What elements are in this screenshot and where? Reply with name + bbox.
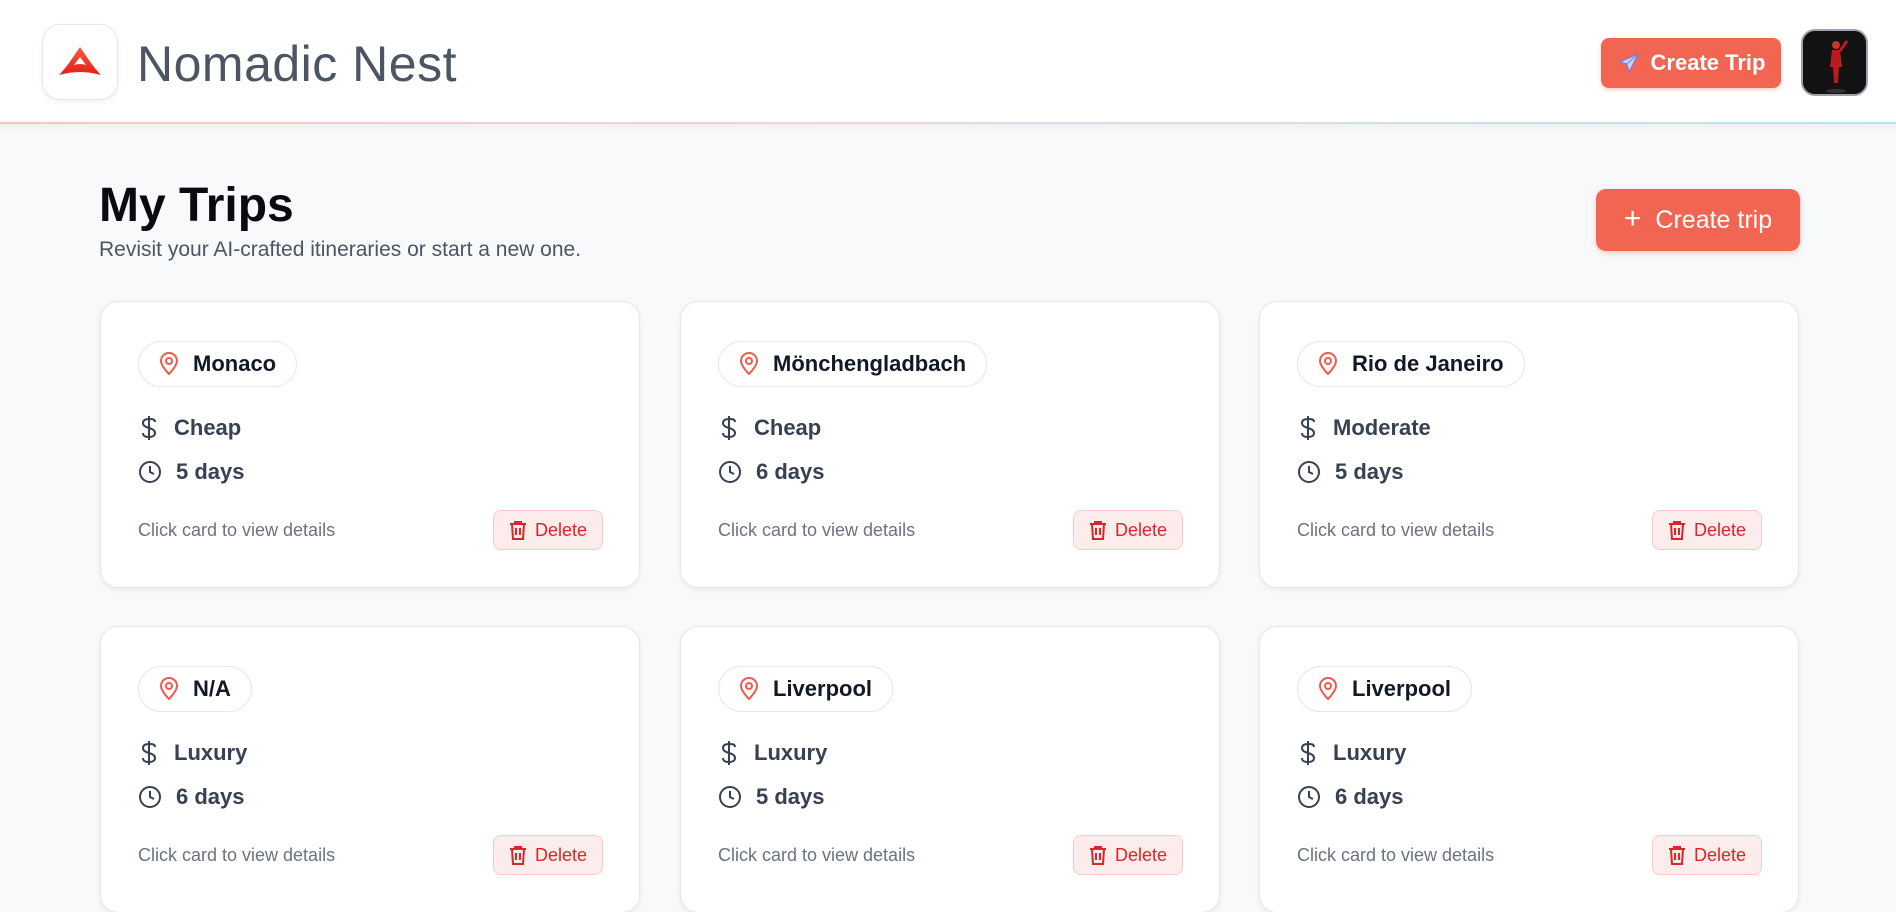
card-hint: Click card to view details	[718, 520, 916, 540]
trip-location: Mönchengladbach	[773, 351, 967, 376]
card-hint: Click card to view details	[138, 845, 336, 865]
location-badge: N/A	[138, 666, 252, 712]
card-hint: Click card to view details	[1297, 845, 1495, 865]
card-hint: Click card to view details	[718, 845, 916, 865]
clock-icon	[138, 460, 162, 484]
trip-budget: Luxury	[1333, 740, 1407, 765]
location-badge: Liverpool	[1297, 666, 1473, 712]
card-hint: Click card to view details	[1297, 520, 1495, 540]
location-badge: Monaco	[138, 341, 298, 387]
delete-trip-button[interactable]: Delete	[1652, 835, 1762, 875]
trip-card[interactable]: Mönchengladbach Cheap 6 days Click card …	[680, 301, 1220, 588]
trash-icon	[1089, 520, 1107, 540]
create-trip-label: Create trip	[1655, 205, 1773, 234]
plus-icon: +	[1623, 201, 1642, 235]
duration-row: 6 days	[138, 784, 245, 810]
duration-row: 5 days	[1297, 459, 1404, 485]
trip-budget: Moderate	[1333, 415, 1431, 440]
dollar-icon	[718, 415, 740, 441]
clock-icon	[138, 785, 162, 809]
duration-row: 5 days	[718, 784, 825, 810]
clock-icon	[1297, 785, 1321, 809]
dollar-icon	[1297, 740, 1319, 766]
trip-budget: Cheap	[754, 415, 822, 440]
trash-icon	[509, 520, 527, 540]
trash-icon	[1668, 845, 1686, 865]
clock-icon	[718, 460, 742, 484]
header-create-trip-label: Create Trip	[1650, 50, 1766, 75]
delete-label: Delete	[534, 519, 588, 540]
location-badge: Mönchengladbach	[718, 341, 988, 387]
dollar-icon	[718, 740, 740, 766]
card-hint: Click card to view details	[138, 520, 336, 540]
trip-duration: 5 days	[756, 784, 825, 809]
airplane-icon	[1617, 51, 1641, 75]
delete-label: Delete	[1114, 519, 1168, 540]
delete-label: Delete	[1693, 519, 1747, 540]
map-pin-icon	[159, 352, 179, 376]
trash-icon	[509, 845, 527, 865]
budget-row: Luxury	[718, 740, 827, 766]
trip-card[interactable]: Monaco Cheap 5 days Click card to view d…	[100, 301, 640, 588]
location-badge: Liverpool	[718, 666, 894, 712]
budget-row: Luxury	[138, 740, 247, 766]
map-pin-icon	[739, 677, 759, 701]
trip-location: Rio de Janeiro	[1352, 351, 1504, 376]
duration-row: 6 days	[1297, 784, 1404, 810]
app-logo[interactable]	[42, 24, 118, 100]
trip-duration: 5 days	[1335, 459, 1404, 484]
trip-location: Monaco	[193, 351, 277, 376]
create-trip-button[interactable]: + Create trip	[1596, 189, 1800, 251]
trip-duration: 6 days	[176, 784, 245, 809]
trip-duration: 5 days	[176, 459, 245, 484]
trip-location: Liverpool	[1352, 676, 1452, 701]
trash-icon	[1668, 520, 1686, 540]
navbar-shadow	[0, 124, 1896, 134]
delete-trip-button[interactable]: Delete	[1652, 510, 1762, 550]
delete-trip-button[interactable]: Delete	[1073, 835, 1183, 875]
page-subtitle: Revisit your AI-crafted itineraries or s…	[99, 238, 582, 261]
trip-budget: Cheap	[174, 415, 242, 440]
dollar-icon	[138, 740, 160, 766]
delete-trip-button[interactable]: Delete	[1073, 510, 1183, 550]
dollar-icon	[1297, 415, 1319, 441]
clock-icon	[1297, 460, 1321, 484]
delete-trip-button[interactable]: Delete	[493, 835, 603, 875]
map-pin-icon	[1318, 677, 1338, 701]
header-create-trip-button[interactable]: Create Trip	[1601, 38, 1781, 88]
trip-duration: 6 days	[1335, 784, 1404, 809]
dollar-icon	[138, 415, 160, 441]
clock-icon	[718, 785, 742, 809]
budget-row: Cheap	[138, 415, 241, 441]
budget-row: Luxury	[1297, 740, 1406, 766]
delete-label: Delete	[1114, 844, 1168, 865]
location-badge: Rio de Janeiro	[1297, 341, 1525, 387]
trash-icon	[1089, 845, 1107, 865]
delete-label: Delete	[1693, 844, 1747, 865]
brand-name[interactable]: Nomadic Nest	[137, 34, 457, 94]
budget-row: Moderate	[1297, 415, 1431, 441]
mountain-logo-icon	[57, 45, 103, 79]
trip-budget: Luxury	[174, 740, 248, 765]
delete-trip-button[interactable]: Delete	[493, 510, 603, 550]
map-pin-icon	[739, 352, 759, 376]
trip-card[interactable]: N/A Luxury 6 days Click card to view det…	[100, 626, 640, 912]
trip-duration: 6 days	[756, 459, 825, 484]
budget-row: Cheap	[718, 415, 821, 441]
trip-location: N/A	[193, 676, 231, 701]
duration-row: 5 days	[138, 459, 245, 485]
trip-card[interactable]: Liverpool Luxury 6 days Click card to vi…	[1259, 626, 1799, 912]
delete-label: Delete	[534, 844, 588, 865]
map-pin-icon	[1318, 352, 1338, 376]
trip-location: Liverpool	[773, 676, 873, 701]
user-avatar[interactable]	[1801, 29, 1868, 96]
map-pin-icon	[159, 677, 179, 701]
trip-budget: Luxury	[754, 740, 828, 765]
trip-card[interactable]: Rio de Janeiro Moderate 5 days Click car…	[1259, 301, 1799, 588]
trip-card[interactable]: Liverpool Luxury 5 days Click card to vi…	[680, 626, 1220, 912]
page-title: My Trips	[99, 179, 294, 232]
duration-row: 6 days	[718, 459, 825, 485]
